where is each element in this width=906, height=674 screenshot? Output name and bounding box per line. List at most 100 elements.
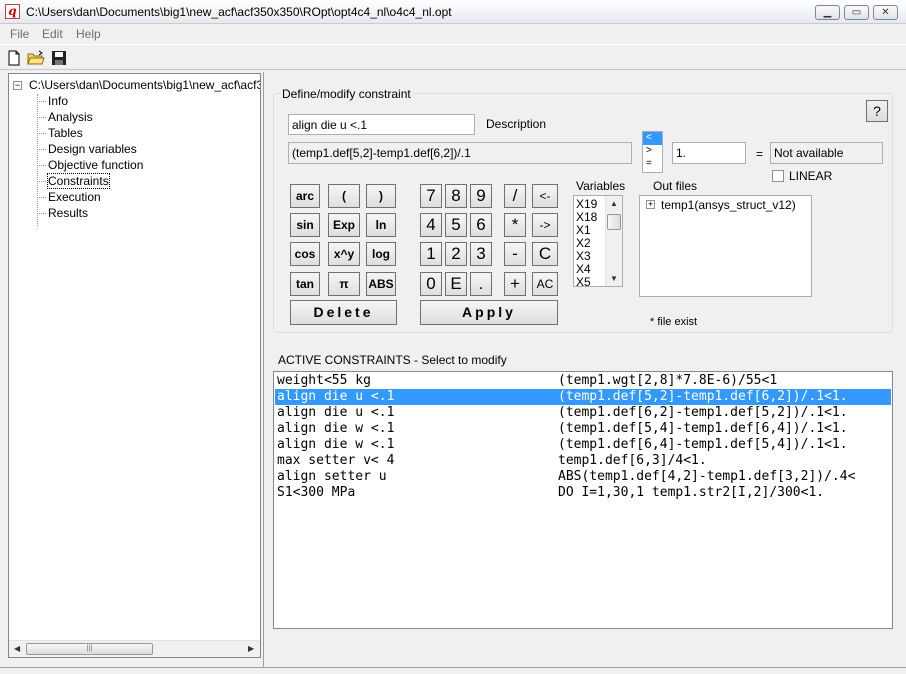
calc-all-clear-button[interactable]: AC: [532, 272, 558, 296]
calc-open-paren-button[interactable]: (: [328, 184, 360, 208]
calc-digit-8-button[interactable]: 8: [445, 184, 467, 208]
calc-power-button[interactable]: x^y: [328, 242, 360, 266]
app-logo-icon: q: [5, 4, 20, 19]
calc-digit-7-button[interactable]: 7: [420, 184, 442, 208]
minimize-icon: ▁: [823, 7, 832, 18]
variable-item[interactable]: X4: [576, 263, 591, 275]
tree-item-design-variables[interactable]: Design variables: [37, 142, 137, 156]
maximize-button[interactable]: ▭: [844, 5, 869, 20]
tree-item-execution[interactable]: Execution: [37, 190, 101, 204]
new-file-button[interactable]: [5, 49, 23, 67]
panel-splitter[interactable]: [263, 72, 264, 668]
constraint-row[interactable]: weight<55 kg (temp1.wgt[2,8]*7.8E-6)/55<1: [275, 373, 891, 389]
scroll-down-icon[interactable]: ▼: [610, 274, 618, 283]
calc-log-button[interactable]: log: [366, 242, 396, 266]
expression-field[interactable]: (temp1.def[5,2]-temp1.def[6,2])/.1: [288, 142, 632, 164]
scroll-thumb[interactable]: [607, 214, 621, 230]
tree-item-tables[interactable]: Tables: [37, 126, 83, 140]
operator-greater-than[interactable]: >: [643, 145, 662, 158]
outfile-item[interactable]: temp1(ansys_struct_v12): [661, 198, 796, 212]
constraint-row-selected[interactable]: align die u <.1 (temp1.def[5,2]-temp1.def…: [275, 389, 891, 405]
calc-backspace-button[interactable]: <-: [532, 184, 558, 208]
apply-button[interactable]: Apply: [420, 300, 558, 325]
active-constraints-label: ACTIVE CONSTRAINTS - Select to modify: [278, 353, 507, 367]
calc-plus-button[interactable]: +: [504, 272, 526, 296]
variable-item[interactable]: X3: [576, 250, 591, 262]
calc-ln-button[interactable]: ln: [366, 213, 396, 237]
calc-digit-4-button[interactable]: 4: [420, 213, 442, 237]
constraint-row[interactable]: align die w <.1 (temp1.def[5,4]-temp1.def…: [275, 421, 891, 437]
help-button[interactable]: ?: [866, 100, 888, 122]
collapse-icon[interactable]: −: [13, 81, 22, 90]
calc-exponent-button[interactable]: E: [445, 272, 467, 296]
variables-list[interactable]: X19 X18 X1 X2 X3 X4 X5 ▲ ▼: [573, 195, 623, 287]
calc-arc-button[interactable]: arc: [290, 184, 320, 208]
variable-item[interactable]: X1: [576, 224, 591, 236]
calc-digit-6-button[interactable]: 6: [470, 213, 492, 237]
tree-item-results[interactable]: Results: [36, 206, 88, 220]
calc-digit-5-button[interactable]: 5: [445, 213, 467, 237]
calc-decimal-button[interactable]: .: [470, 272, 492, 296]
calc-minus-button[interactable]: -: [504, 242, 526, 266]
scroll-thumb[interactable]: |||: [26, 643, 153, 655]
variables-scrollbar[interactable]: ▲ ▼: [605, 196, 622, 286]
delete-button[interactable]: Delete: [290, 300, 397, 325]
title-bar: q C:\Users\dan\Documents\big1\new_acf\ac…: [0, 0, 906, 24]
calc-abs-button[interactable]: ABS: [366, 272, 396, 296]
calc-multiply-button[interactable]: *: [504, 213, 526, 237]
tree-connector: [37, 94, 38, 226]
constraint-row[interactable]: align die w <.1 (temp1.def[6,4]-temp1.def…: [275, 437, 891, 453]
calc-tan-button[interactable]: tan: [290, 272, 320, 296]
navigation-tree[interactable]: − C:\Users\dan\Documents\big1\new_acf\ac…: [8, 73, 261, 658]
calc-cos-button[interactable]: cos: [290, 242, 320, 266]
save-button[interactable]: [50, 49, 68, 67]
calc-close-paren-button[interactable]: ): [366, 184, 396, 208]
calc-clear-button[interactable]: C: [532, 242, 558, 266]
open-folder-icon: [27, 50, 45, 65]
tree-horizontal-scrollbar[interactable]: ◀ ||| ▶: [9, 640, 260, 657]
variable-item[interactable]: X2: [576, 237, 591, 249]
tree-item-info[interactable]: Info: [36, 94, 68, 108]
scroll-right-icon[interactable]: ▶: [248, 644, 254, 653]
calc-sin-button[interactable]: sin: [290, 213, 320, 237]
calc-divide-button[interactable]: /: [504, 184, 526, 208]
calc-digit-1-button[interactable]: 1: [420, 242, 442, 266]
outfiles-tree[interactable]: + temp1(ansys_struct_v12): [639, 195, 812, 297]
scroll-left-icon[interactable]: ◀: [14, 644, 20, 653]
linear-checkbox[interactable]: [772, 170, 784, 182]
operator-list[interactable]: < > =: [642, 131, 663, 173]
bound-value-input[interactable]: 1.: [672, 142, 746, 164]
minimize-button[interactable]: ▁: [815, 5, 840, 20]
open-button[interactable]: [27, 49, 45, 67]
operator-less-than[interactable]: <: [643, 132, 662, 145]
constraint-row[interactable]: S1<300 MPa DO I=1,30,1 temp1.str2[I,2]/30…: [275, 485, 891, 501]
constraint-row[interactable]: align setter u ABS(temp1.def[4,2]-temp1.d…: [275, 469, 891, 485]
variable-item[interactable]: X19: [576, 198, 597, 210]
calc-exp-button[interactable]: Exp: [328, 213, 360, 237]
menu-bar: File Edit Help: [0, 24, 906, 44]
menu-edit[interactable]: Edit: [42, 27, 63, 41]
variable-item[interactable]: X18: [576, 211, 597, 223]
operator-equals[interactable]: =: [643, 158, 662, 171]
calc-forward-button[interactable]: ->: [532, 213, 558, 237]
close-button[interactable]: ✕: [873, 5, 898, 20]
calc-pi-button[interactable]: π: [328, 272, 360, 296]
constraint-row[interactable]: align die u <.1 (temp1.def[6,2]-temp1.def…: [275, 405, 891, 421]
constraint-row[interactable]: max setter v< 4 temp1.def[6,3]/4<1.: [275, 453, 891, 469]
variable-item[interactable]: X5: [576, 276, 591, 286]
tree-item-analysis[interactable]: Analysis: [37, 110, 93, 124]
active-constraints-list[interactable]: weight<55 kg (temp1.wgt[2,8]*7.8E-6)/55<1…: [273, 371, 893, 629]
menu-file[interactable]: File: [10, 27, 29, 41]
expand-icon[interactable]: +: [646, 200, 655, 209]
tree-item-objective-function[interactable]: Objective function: [36, 158, 143, 172]
description-input[interactable]: align die u <.1: [288, 114, 475, 135]
tree-root-path[interactable]: C:\Users\dan\Documents\big1\new_acf\acf3…: [29, 78, 260, 92]
scroll-up-icon[interactable]: ▲: [610, 199, 618, 208]
menu-help[interactable]: Help: [76, 27, 101, 41]
tree-item-constraints[interactable]: Constraints: [37, 173, 110, 189]
calc-digit-3-button[interactable]: 3: [470, 242, 492, 266]
description-label: Description: [486, 117, 547, 131]
calc-digit-9-button[interactable]: 9: [470, 184, 492, 208]
calc-digit-2-button[interactable]: 2: [445, 242, 467, 266]
calc-digit-0-button[interactable]: 0: [420, 272, 442, 296]
